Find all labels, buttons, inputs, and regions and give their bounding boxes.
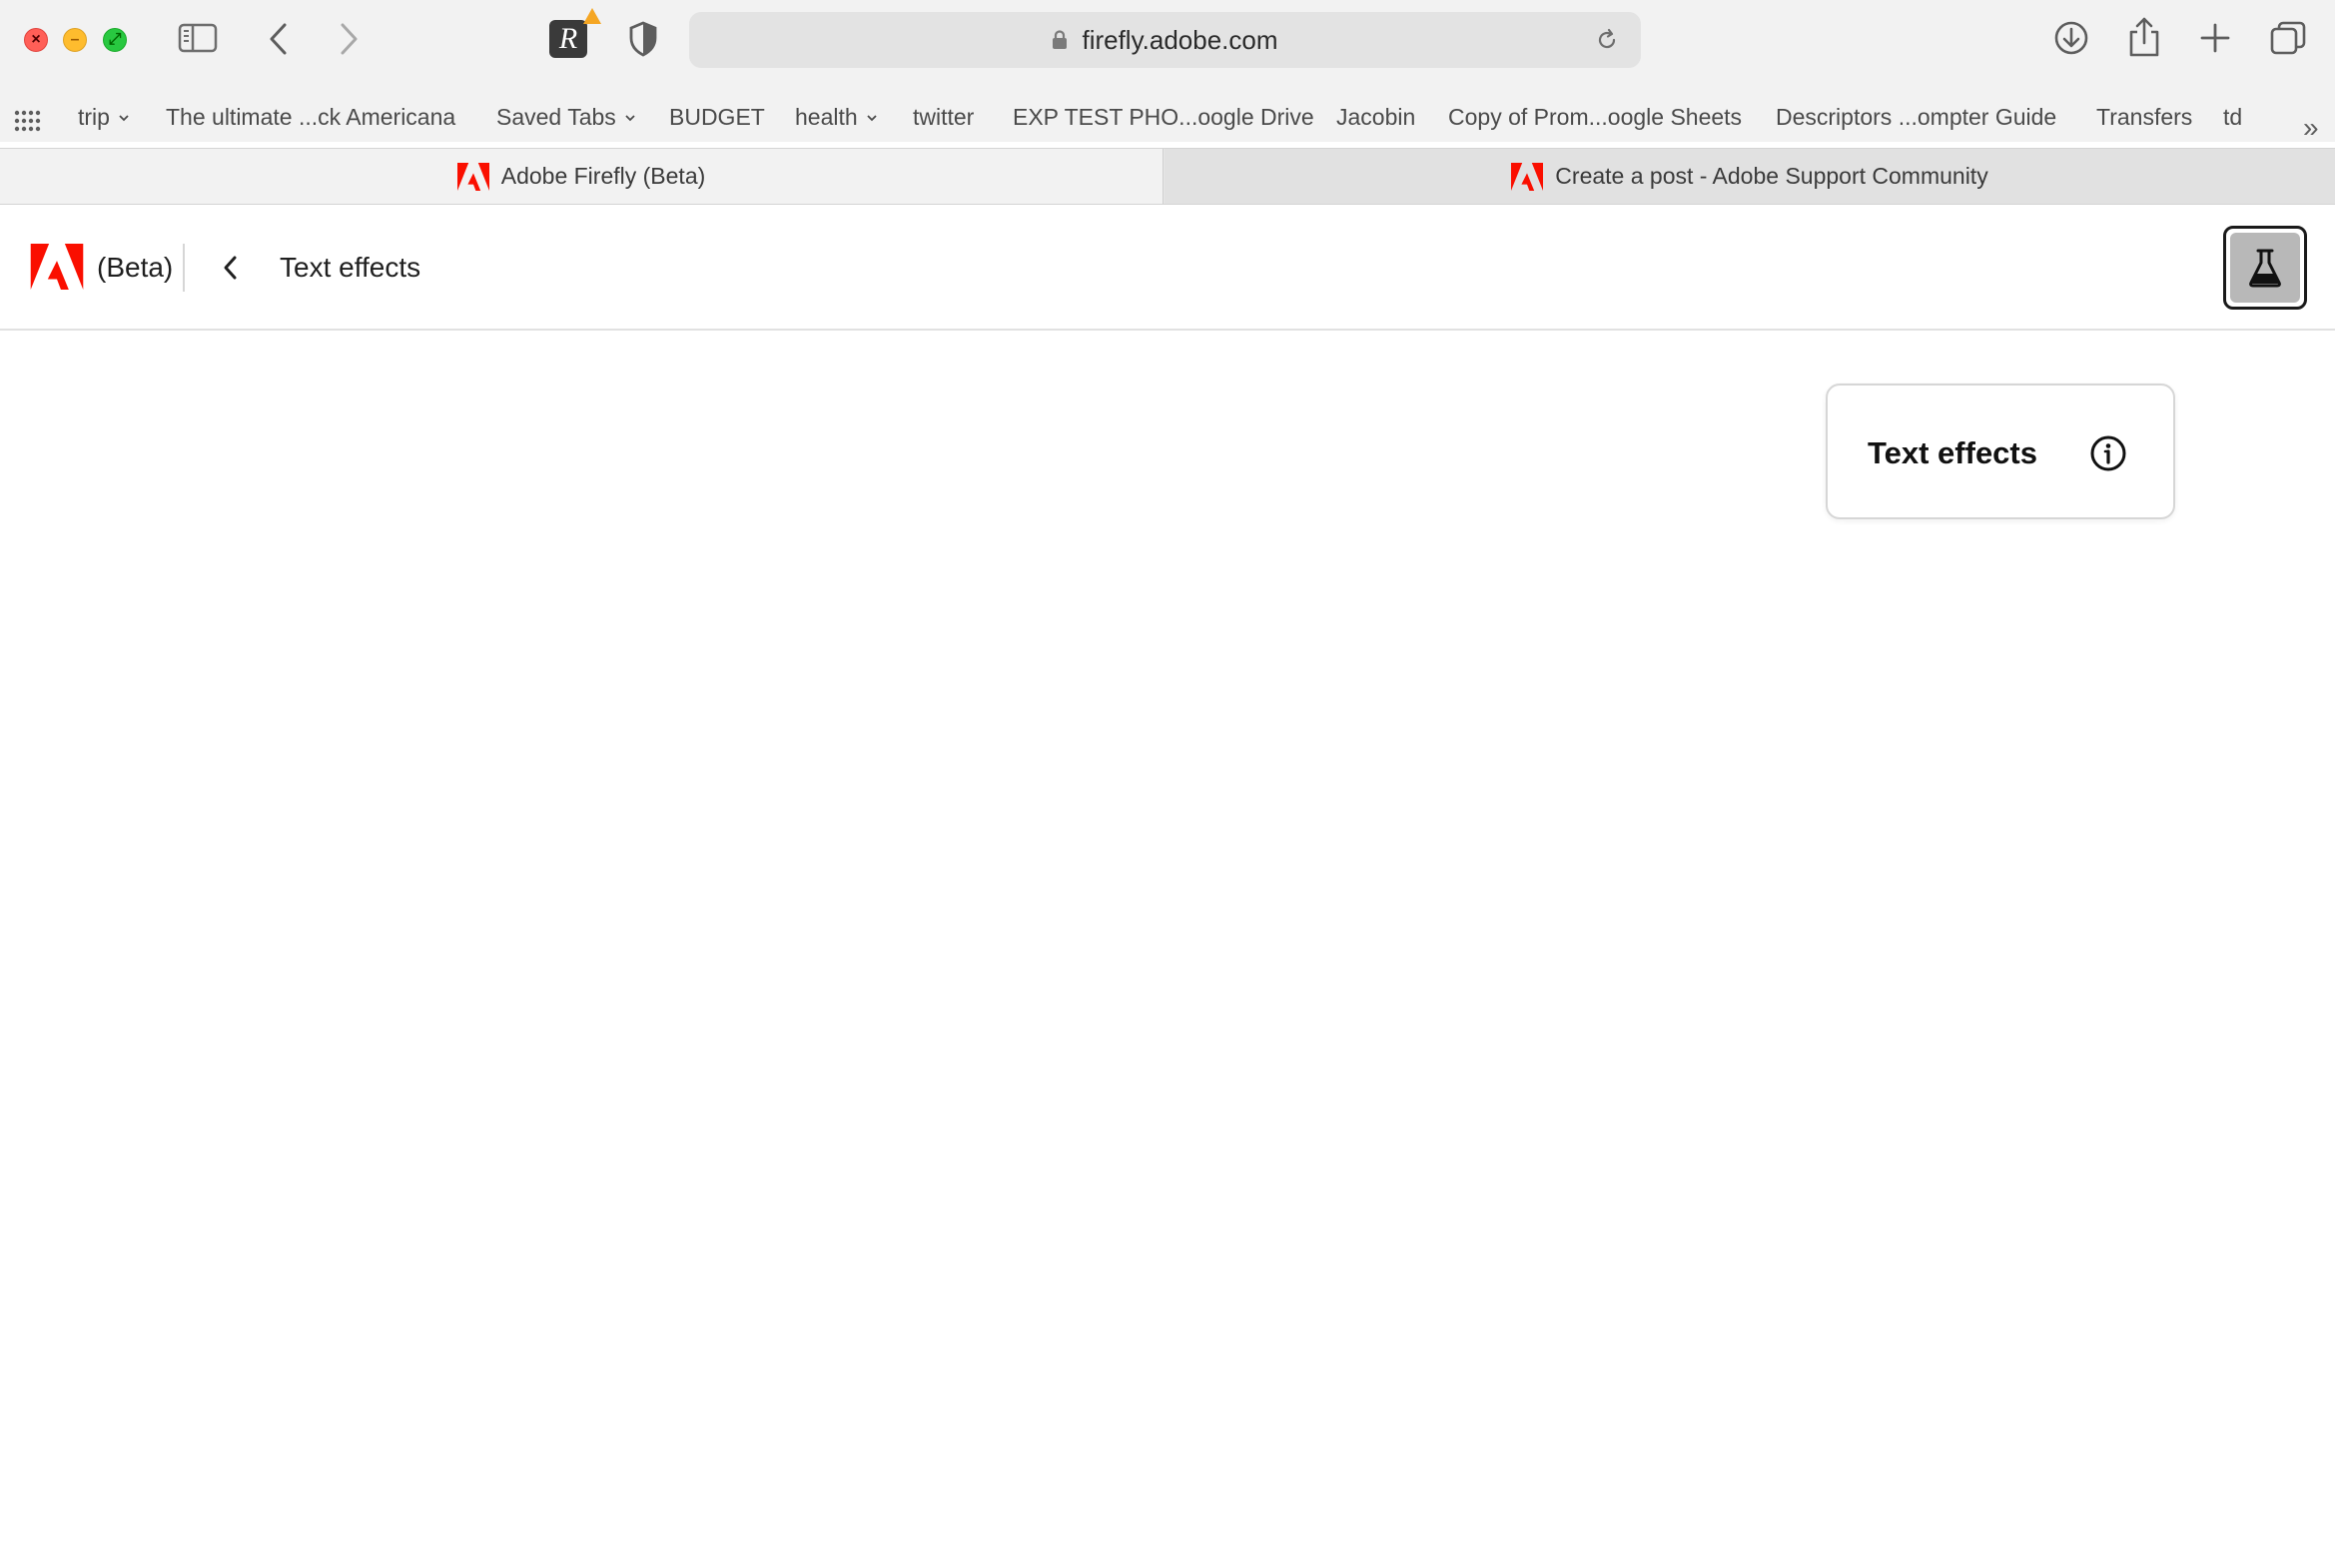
bookmark-label: Transfers xyxy=(2096,104,2193,130)
tabs-overview-icon xyxy=(2270,21,2306,55)
window-minimize-button[interactable]: – xyxy=(63,28,87,52)
beaker-icon xyxy=(2249,249,2281,288)
tab-overview-button[interactable] xyxy=(2269,20,2307,56)
app-header: (Beta) Text effects xyxy=(0,206,2335,331)
bookmark-label: BUDGET xyxy=(669,104,765,130)
bookmark-trip[interactable]: trip xyxy=(78,104,130,131)
popover-title: Text effects xyxy=(1868,435,2037,470)
address-bar[interactable]: firefly.adobe.com xyxy=(689,12,1641,68)
tab-title: Adobe Firefly (Beta) xyxy=(500,163,706,189)
forward-button[interactable] xyxy=(338,22,360,56)
plus-icon xyxy=(2200,23,2230,53)
bookmark-label: trip xyxy=(78,104,110,130)
chevron-down-icon xyxy=(867,114,877,121)
minimize-icon: – xyxy=(70,31,80,48)
bookmark-label: EXP TEST PHO...oogle Drive xyxy=(1013,104,1314,130)
chevron-down-icon xyxy=(119,114,129,121)
back-button[interactable] xyxy=(268,22,290,56)
bookmarks-overflow-button[interactable]: » xyxy=(2303,112,2319,144)
extension-r-button[interactable]: R xyxy=(549,20,587,58)
adobe-logo-icon xyxy=(1511,162,1544,191)
close-icon: × xyxy=(31,31,41,48)
tab-title: Create a post - Adobe Support Community xyxy=(1555,163,1988,189)
bookmark-the-ultimate-americana[interactable]: The ultimate ...ck Americana xyxy=(166,104,455,131)
bookmark-health[interactable]: health xyxy=(795,104,878,131)
bookmark-jacobin[interactable]: Jacobin xyxy=(1336,104,1415,131)
text-effects-popover: Text effects xyxy=(1826,384,2175,519)
download-icon xyxy=(2054,21,2088,55)
bookmark-saved-tabs[interactable]: Saved Tabs xyxy=(496,104,636,131)
bookmark-label: Jacobin xyxy=(1336,104,1416,130)
bookmark-td[interactable]: td xyxy=(2223,104,2242,131)
share-icon xyxy=(2129,17,2159,57)
downloads-button[interactable] xyxy=(2053,20,2089,56)
url-text: firefly.adobe.com xyxy=(1082,24,1278,55)
tab-adobe-firefly[interactable]: Adobe Firefly (Beta) xyxy=(0,149,1164,204)
adobe-logo-icon xyxy=(456,162,489,191)
chevron-down-icon xyxy=(625,114,635,121)
bookmark-label: health xyxy=(795,104,858,130)
labs-button[interactable] xyxy=(2223,226,2307,310)
bookmark-descriptors-guide[interactable]: Descriptors ...ompter Guide xyxy=(1776,104,2056,131)
window-maximize-button[interactable]: ⤢ xyxy=(103,28,127,52)
info-icon[interactable] xyxy=(2089,434,2127,472)
bookmark-transfers[interactable]: Transfers xyxy=(2096,104,2192,131)
bookmark-budget[interactable]: BUDGET xyxy=(669,104,765,131)
chevron-right-icon xyxy=(341,23,358,55)
maximize-icon: ⤢ xyxy=(108,31,122,48)
bookmark-twitter[interactable]: twitter xyxy=(913,104,974,131)
extension-r-icon: R xyxy=(558,22,578,55)
sidebar-toggle-button[interactable] xyxy=(178,22,218,54)
privacy-shield-button[interactable] xyxy=(627,20,659,58)
bookmark-exp-test-photos[interactable]: EXP TEST PHO...oogle Drive xyxy=(1013,104,1314,131)
window-close-button[interactable]: × xyxy=(24,28,48,52)
beta-label: (Beta) xyxy=(97,252,174,283)
sidebar-icon xyxy=(178,23,218,53)
share-button[interactable] xyxy=(2127,16,2161,58)
adobe-logo-icon[interactable] xyxy=(30,244,84,290)
lock-icon xyxy=(1053,30,1068,49)
tab-adobe-support-community[interactable]: Create a post - Adobe Support Community xyxy=(1165,149,2335,204)
bookmark-label: Descriptors ...ompter Guide xyxy=(1776,104,2057,130)
header-divider xyxy=(183,244,185,292)
double-chevron-right-icon: » xyxy=(2303,112,2319,143)
bookmark-label: td xyxy=(2223,104,2243,130)
bookmark-label: Saved Tabs xyxy=(496,104,616,130)
apps-grid-icon[interactable] xyxy=(14,110,42,132)
bookmark-copy-of-prompts[interactable]: Copy of Prom...oogle Sheets xyxy=(1448,104,1742,131)
chevron-left-icon[interactable] xyxy=(222,255,240,281)
bookmark-label: The ultimate ...ck Americana xyxy=(166,104,456,130)
page-title: Text effects xyxy=(280,252,421,283)
bookmark-label: Copy of Prom...oogle Sheets xyxy=(1448,104,1743,130)
bookmark-label: twitter xyxy=(913,104,975,130)
warning-badge-icon xyxy=(583,8,601,24)
tab-bar: Adobe Firefly (Beta) Create a post - Ado… xyxy=(0,148,2335,205)
reload-icon[interactable] xyxy=(1595,28,1619,52)
new-tab-button[interactable] xyxy=(2199,22,2231,54)
shield-icon xyxy=(629,21,657,57)
chevron-left-icon xyxy=(270,23,287,55)
browser-toolbar: × – ⤢ R firefly.adobe.com xyxy=(0,0,2335,80)
